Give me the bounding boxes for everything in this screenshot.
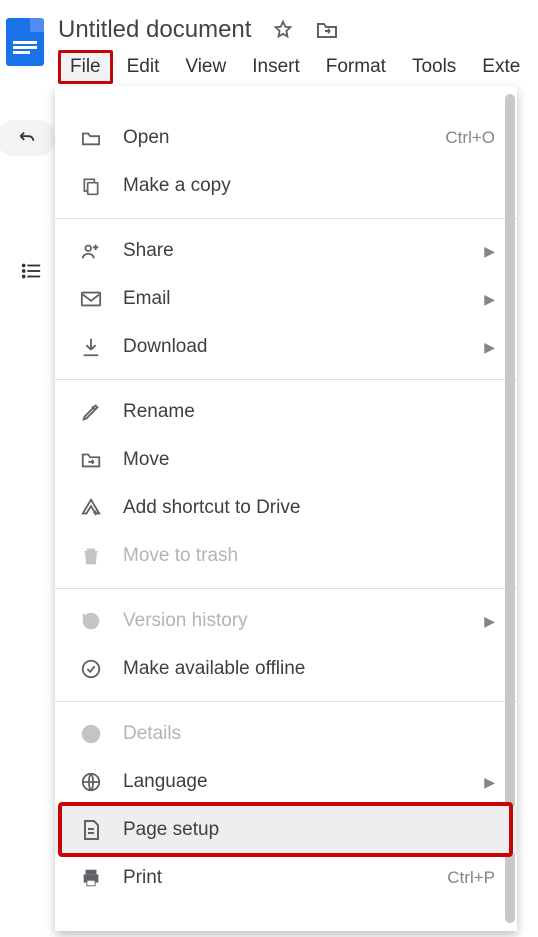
menu-item-new[interactable]: New [55,94,517,114]
share-icon [77,240,105,262]
menu-item-email[interactable]: Email ▶ [55,275,517,323]
checkmark-circle-icon [77,658,105,680]
menu-item-label: Page setup [123,819,495,841]
menu-item-details: Details [55,710,517,758]
menu-item-label: Share [123,240,484,262]
menu-item-trash: Move to trash [55,532,517,580]
menu-item-label: Move [123,449,495,471]
chevron-right-icon: ▶ [484,243,495,260]
copy-icon [77,175,105,197]
chevron-right-icon: ▶ [484,613,495,630]
menu-item-label: Language [123,771,484,793]
menu-item-download[interactable]: Download ▶ [55,323,517,371]
menu-item-label: Version history [123,610,484,632]
document-title[interactable]: Untitled document [58,16,251,44]
menu-item-label: Add shortcut to Drive [123,497,495,519]
menu-extensions[interactable]: Exte [470,50,532,84]
menu-separator [55,701,517,702]
menu-item-move[interactable]: Move [55,436,517,484]
menu-item-page-setup[interactable]: Page setup [55,806,517,854]
folder-icon [77,129,105,147]
bullet-list-icon[interactable] [20,260,42,282]
menu-item-add-shortcut[interactable]: Add shortcut to Drive [55,484,517,532]
menu-item-label: Make a copy [123,175,495,197]
move-icon [77,450,105,470]
info-icon [77,723,105,745]
menu-item-label: Make available offline [123,658,495,680]
pencil-icon [77,401,105,423]
star-icon[interactable] [271,18,295,42]
chevron-right-icon: ▶ [484,339,495,356]
menu-item-offline[interactable]: Make available offline [55,645,517,693]
undo-button[interactable] [0,120,56,156]
page-setup-icon [77,818,105,842]
print-icon [77,867,105,889]
menu-insert[interactable]: Insert [240,50,312,84]
menu-item-version-history: Version history ▶ [55,597,517,645]
docs-logo-icon[interactable] [6,18,44,66]
history-icon [77,610,105,632]
globe-icon [77,771,105,793]
app-header: Untitled document File Edit View Insert … [0,0,538,84]
menu-separator [55,379,517,380]
menu-edit[interactable]: Edit [115,50,172,84]
menu-item-print[interactable]: Print Ctrl+P [55,854,517,902]
move-folder-icon[interactable] [315,18,339,42]
menu-tools[interactable]: Tools [400,50,468,84]
menu-item-label: Open [123,127,445,149]
download-icon [77,336,105,358]
email-icon [77,290,105,308]
file-menu-dropdown: New Open Ctrl+O Make a copy Share ▶ [55,86,517,931]
menu-file[interactable]: File [58,50,113,84]
menu-item-share[interactable]: Share ▶ [55,227,517,275]
drive-shortcut-icon [77,497,105,519]
menu-item-language[interactable]: Language ▶ [55,758,517,806]
trash-icon [77,545,105,567]
menu-format[interactable]: Format [314,50,398,84]
menu-separator [55,588,517,589]
chevron-right-icon: ▶ [484,774,495,791]
menu-item-label: Download [123,336,484,358]
menu-item-label: Details [123,723,495,745]
menu-item-make-copy[interactable]: Make a copy [55,162,517,210]
menu-item-open[interactable]: Open Ctrl+O [55,114,517,162]
chevron-right-icon: ▶ [484,291,495,308]
menu-item-rename[interactable]: Rename [55,388,517,436]
menu-item-label: Print [123,867,447,889]
menu-separator [55,218,517,219]
menu-view[interactable]: View [173,50,238,84]
menu-item-label: Move to trash [123,545,495,567]
menu-item-label: Rename [123,401,495,423]
menu-shortcut: Ctrl+P [447,868,495,888]
menu-shortcut: Ctrl+O [445,128,495,148]
menu-bar: File Edit View Insert Format Tools Exte [58,50,532,84]
menu-item-label: Email [123,288,484,310]
